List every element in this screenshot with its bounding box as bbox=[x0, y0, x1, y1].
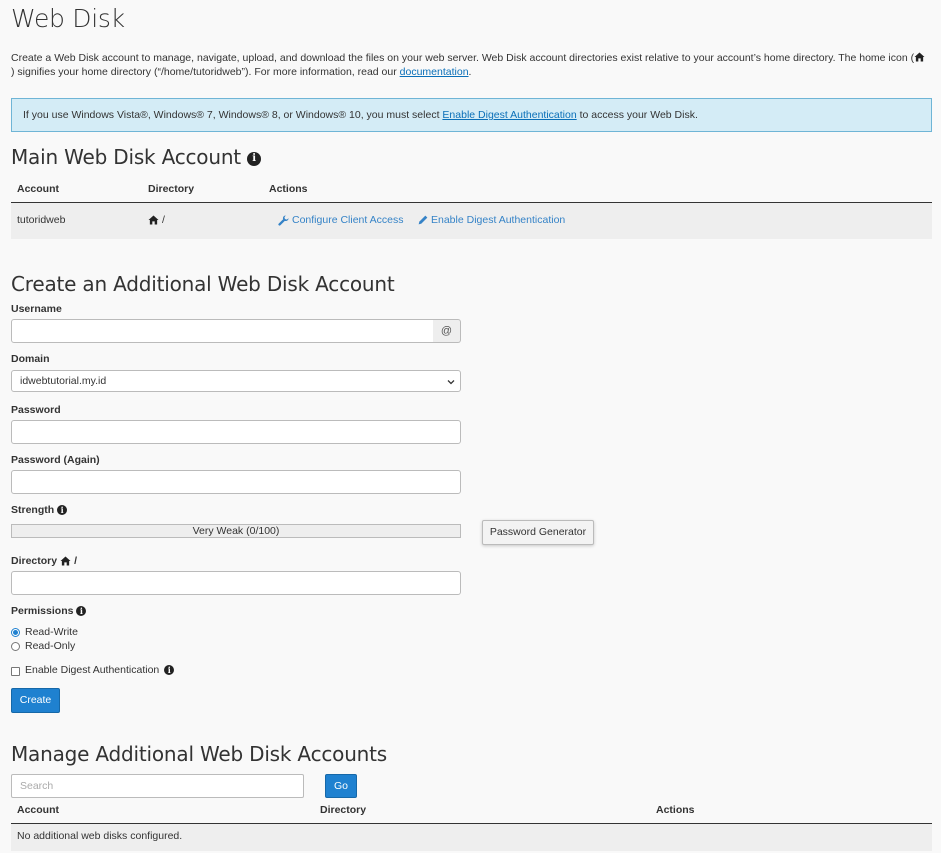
password-again-label: Password (Again) bbox=[11, 454, 100, 466]
alert-text-after: to access your Web Disk. bbox=[579, 109, 698, 121]
create-account-heading: Create an Additional Web Disk Account bbox=[11, 272, 395, 296]
col-account: Account bbox=[17, 183, 59, 195]
configure-client-access-link[interactable]: Configure Client Access bbox=[278, 214, 403, 226]
manage-col-actions: Actions bbox=[656, 804, 695, 816]
read-only-label: Read-Only bbox=[25, 640, 76, 652]
main-account-directory: / bbox=[148, 214, 165, 226]
manage-heading: Manage Additional Web Disk Accounts bbox=[11, 742, 388, 766]
col-directory: Directory bbox=[148, 183, 195, 195]
password-generator-button[interactable]: Password Generator bbox=[482, 520, 594, 545]
directory-label-text: Directory bbox=[11, 555, 58, 567]
directory-label: Directory / bbox=[11, 555, 77, 567]
windows-digest-alert: If you use Windows Vista®, Windows® 7, W… bbox=[11, 98, 932, 132]
read-only-radio[interactable] bbox=[11, 641, 20, 651]
read-write-radio[interactable] bbox=[11, 627, 20, 637]
home-icon bbox=[914, 52, 925, 62]
strength-meter: Very Weak (0/100) bbox=[11, 524, 461, 538]
permission-read-write[interactable]: Read-Write bbox=[11, 626, 78, 638]
alert-text-before: If you use Windows Vista®, Windows® 7, W… bbox=[23, 109, 440, 121]
enable-digest-checkbox-label: Enable Digest Authentication bbox=[25, 664, 160, 676]
strength-label-text: Strength bbox=[11, 504, 55, 516]
info-icon[interactable]: i bbox=[76, 606, 87, 616]
main-account-heading: Main Web Disk Account i bbox=[11, 145, 262, 169]
permission-read-only[interactable]: Read-Only bbox=[11, 640, 75, 652]
password-input[interactable] bbox=[11, 420, 461, 444]
username-label: Username bbox=[11, 303, 62, 315]
documentation-link[interactable]: documentation bbox=[400, 66, 469, 78]
pencil-icon bbox=[418, 215, 428, 225]
create-button[interactable]: Create bbox=[11, 688, 60, 713]
directory-suffix: / bbox=[74, 555, 78, 567]
directory-path: / bbox=[162, 214, 165, 226]
enable-digest-link[interactable]: Enable Digest Authentication bbox=[418, 214, 565, 226]
empty-message: No additional web disks configured. bbox=[17, 830, 183, 842]
manage-col-account: Account bbox=[17, 804, 59, 816]
domain-label: Domain bbox=[11, 353, 50, 365]
enable-digest-option[interactable]: Enable Digest Authentication i bbox=[11, 664, 175, 676]
col-actions: Actions bbox=[269, 183, 308, 195]
alert-digest-link[interactable]: Enable Digest Authentication bbox=[442, 109, 576, 121]
page-description: Create a Web Disk account to manage, nav… bbox=[11, 51, 926, 79]
permissions-label: Permissions i bbox=[11, 605, 87, 617]
home-icon bbox=[148, 215, 159, 225]
description-end: . bbox=[468, 66, 472, 78]
wrench-icon bbox=[278, 214, 289, 226]
directory-input[interactable] bbox=[11, 571, 461, 595]
description-text-1: Create a Web Disk account to manage, nav… bbox=[11, 52, 915, 64]
page-title: Web Disk bbox=[11, 4, 125, 33]
main-account-name: tutoridweb bbox=[17, 214, 66, 226]
strength-meter-text: Very Weak (0/100) bbox=[192, 525, 280, 537]
strength-label: Strength i bbox=[11, 504, 68, 516]
password-again-input[interactable] bbox=[11, 470, 461, 494]
description-text-2: ) signifies your home directory (“/home/… bbox=[11, 66, 397, 78]
info-icon[interactable]: i bbox=[247, 151, 262, 166]
domain-value: idwebtutorial.my.id bbox=[20, 375, 107, 387]
read-write-label: Read-Write bbox=[25, 626, 78, 638]
manage-col-directory: Directory bbox=[320, 804, 367, 816]
enable-digest-checkbox[interactable] bbox=[11, 667, 20, 676]
main-account-heading-text: Main Web Disk Account bbox=[11, 145, 241, 169]
password-label: Password bbox=[11, 404, 61, 416]
permissions-label-text: Permissions bbox=[11, 605, 74, 617]
username-input[interactable] bbox=[11, 319, 434, 343]
search-input[interactable]: Search bbox=[11, 774, 304, 798]
configure-client-access-label: Configure Client Access bbox=[292, 214, 404, 226]
home-icon bbox=[60, 556, 71, 566]
info-icon[interactable]: i bbox=[57, 505, 68, 515]
chevron-down-icon bbox=[446, 377, 456, 387]
domain-select[interactable]: idwebtutorial.my.id bbox=[11, 370, 461, 392]
info-icon[interactable]: i bbox=[164, 665, 175, 675]
go-button[interactable]: Go bbox=[325, 774, 357, 798]
username-at-addon: @ bbox=[433, 319, 461, 343]
enable-digest-label: Enable Digest Authentication bbox=[431, 214, 566, 226]
